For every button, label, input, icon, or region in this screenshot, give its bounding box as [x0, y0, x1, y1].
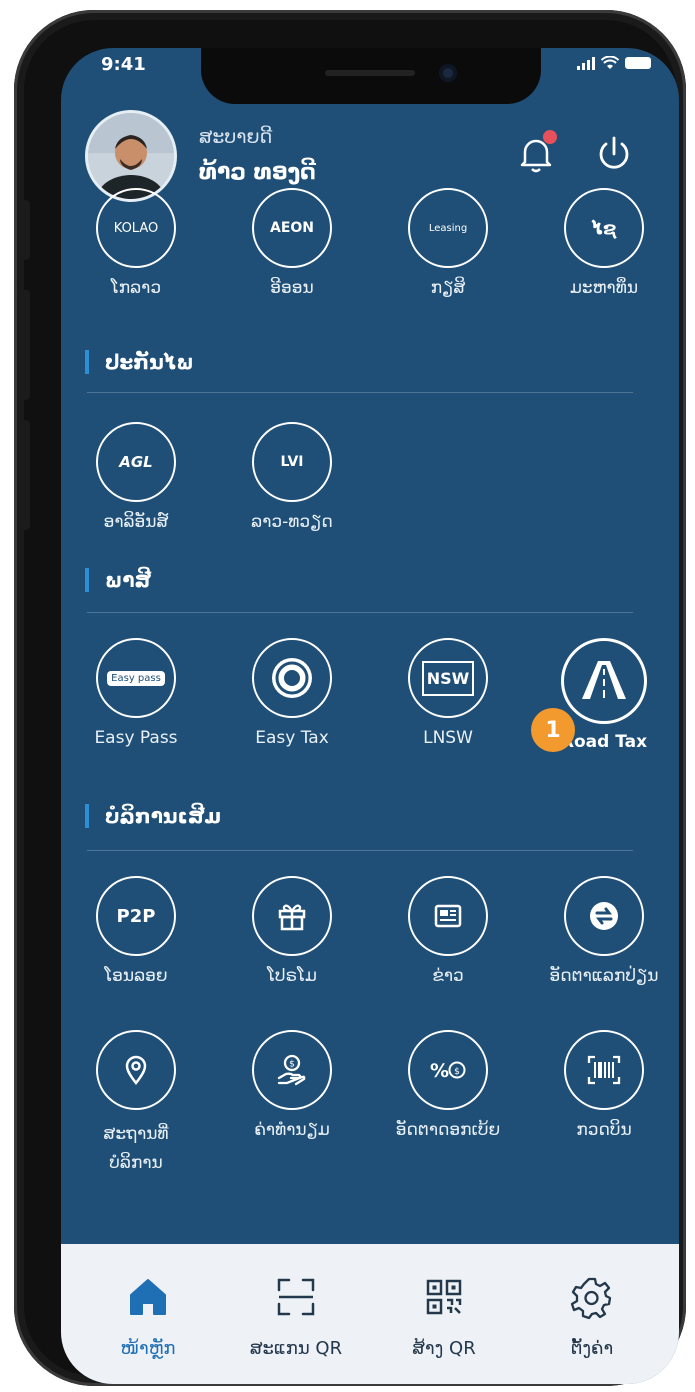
notification-dot	[543, 130, 557, 144]
nav-scan-qr[interactable]: ສະແກນ QR	[219, 1274, 373, 1359]
insurance-label: ອາລິອັນສ໌	[103, 512, 169, 532]
nav-label: ສະແກນ QR	[249, 1338, 343, 1359]
insurance-lvi[interactable]: LVI ລາວ-ທວຽດ	[217, 422, 367, 532]
barcode-icon	[564, 1030, 644, 1110]
easy-pass-logo-icon: Easy pass	[96, 638, 176, 718]
exchange-icon	[564, 876, 644, 956]
service-news[interactable]: ຂ່າວ	[373, 876, 523, 986]
nav-label: ຕັ້ງຄ່າ	[570, 1338, 614, 1359]
partner-aeon[interactable]: AEON ອີອອນ	[217, 188, 367, 298]
service-fees[interactable]: $ ຄ່າທຳນຽມ	[217, 1030, 367, 1140]
signal-icon	[577, 56, 595, 70]
service-bill-check[interactable]: ກວດບິນ	[529, 1030, 679, 1140]
volume-down-button	[20, 420, 30, 530]
p2p-icon: P2P	[96, 876, 176, 956]
service-exchange-rate[interactable]: ອັດຕາແລກປ່ຽນ	[529, 876, 679, 986]
section-title-tax: ພາສີ	[85, 568, 151, 592]
camera	[439, 64, 457, 82]
gift-icon	[252, 876, 332, 956]
interest-icon: % $	[408, 1030, 488, 1110]
service-locations[interactable]: ສະຖານທີ່ບໍລິການ	[61, 1030, 211, 1178]
partner-kolao[interactable]: KOLAO ໂກລາວ	[61, 188, 211, 298]
aeon-logo-icon: AEON	[252, 188, 332, 268]
svg-text:$: $	[289, 1060, 295, 1070]
location-icon	[96, 1030, 176, 1110]
power-icon	[599, 136, 629, 169]
username: ທ້າວ ທອງດີ	[199, 160, 316, 185]
insurance-label: ລາວ-ທວຽດ	[251, 512, 333, 532]
logout-button[interactable]	[591, 130, 637, 176]
tax-lnsw[interactable]: NSW LNSW	[373, 638, 523, 748]
service-label: ຂ່າວ	[432, 966, 464, 986]
insurance-agl[interactable]: AGL ອາລິອັນສ໌	[61, 422, 211, 532]
partner-label: ກຽສິ	[430, 278, 466, 298]
bottom-navigation: ໜ້າຫຼັກ ສະແກນ QR ສ້າງ QR ຕັ້ງຄ່າ	[61, 1244, 679, 1384]
wifi-icon	[601, 56, 619, 69]
tax-easy-pass[interactable]: Easy pass Easy Pass	[61, 638, 211, 748]
gear-icon	[570, 1277, 612, 1320]
service-p2p[interactable]: P2P ໂອນລອຍ	[61, 876, 211, 986]
notification-button[interactable]	[513, 130, 559, 176]
section-title-insurance: ປະກັນໄພ	[85, 350, 194, 374]
news-icon	[408, 876, 488, 956]
partner-label: ອີອອນ	[270, 278, 314, 298]
lnsw-logo-icon: NSW	[408, 638, 488, 718]
tax-label: Easy Tax	[255, 728, 329, 748]
lvi-logo-icon: LVI	[252, 422, 332, 502]
qr-code-icon	[426, 1279, 462, 1315]
section-divider	[87, 612, 633, 613]
nav-label: ໜ້າຫຼັກ	[120, 1338, 176, 1359]
leasing-logo-icon: Leasing	[408, 188, 488, 268]
nav-settings[interactable]: ຕັ້ງຄ່າ	[515, 1274, 669, 1359]
status-time: 9:41	[101, 54, 146, 75]
svg-text:$: $	[454, 1067, 460, 1077]
mahathun-logo-icon: ໄຊ	[564, 188, 644, 268]
greeting-text: ສະບາຍດີ	[199, 126, 273, 148]
status-icons	[577, 56, 651, 70]
nav-home[interactable]: ໜ້າຫຼັກ	[71, 1274, 225, 1359]
home-icon	[130, 1279, 166, 1315]
service-label: ອັດຕາດອກເບ້ຍ	[395, 1120, 501, 1140]
easy-tax-logo-icon	[252, 638, 332, 718]
volume-up-button	[20, 290, 30, 400]
service-interest-rate[interactable]: % $ ອັດຕາດອກເບ້ຍ	[373, 1030, 523, 1140]
nav-label: ສ້າງ QR	[412, 1338, 476, 1359]
kolao-logo-icon: KOLAO	[96, 188, 176, 268]
partner-label: ມະຫາທຶນ	[569, 278, 639, 298]
partner-mahathun[interactable]: ໄຊ ມະຫາທຶນ	[529, 188, 679, 298]
service-label: ອັດຕາແລກປ່ຽນ	[549, 966, 659, 986]
phone-frame: 9:41 ສະບາຍດີ ທ້າວ ທອງດີ KOLAO ໂກລາວ AEON…	[14, 10, 686, 1386]
nav-create-qr[interactable]: ສ້າງ QR	[367, 1274, 521, 1359]
partner-leasing[interactable]: Leasing ກຽສິ	[373, 188, 523, 298]
svg-text:%: %	[430, 1060, 449, 1082]
battery-icon	[625, 57, 651, 69]
service-label: ຄ່າທຳນຽມ	[254, 1120, 330, 1140]
service-promo[interactable]: ໂປຣໂມ	[217, 876, 367, 986]
notch	[201, 48, 541, 104]
service-label: ກວດບິນ	[576, 1120, 632, 1140]
fee-icon: $	[252, 1030, 332, 1110]
road-icon	[561, 638, 647, 724]
scan-icon	[277, 1278, 315, 1316]
section-divider	[87, 392, 633, 393]
tax-easy-tax[interactable]: Easy Tax	[217, 638, 367, 748]
speaker	[325, 70, 415, 76]
section-divider	[87, 850, 633, 851]
mute-switch	[20, 200, 30, 260]
tax-label: LNSW	[423, 728, 473, 748]
section-title-extra-services: ບໍລິການເສີມ	[85, 804, 221, 828]
app-screen: 9:41 ສະບາຍດີ ທ້າວ ທອງດີ KOLAO ໂກລາວ AEON…	[61, 48, 679, 1384]
agl-logo-icon: AGL	[96, 422, 176, 502]
service-label: ສະຖານທີ່ບໍລິການ	[103, 1124, 169, 1173]
service-label: ໂປຣໂມ	[267, 966, 317, 986]
partner-label: ໂກລາວ	[110, 278, 162, 298]
service-label: ໂອນລອຍ	[104, 966, 168, 986]
step-badge: 1	[531, 708, 575, 752]
services-scroll-area[interactable]: KOLAO ໂກລາວ AEON ອີອອນ Leasing ກຽສິ ໄຊ ມ…	[61, 188, 679, 1244]
tax-label: Easy Pass	[94, 728, 178, 748]
